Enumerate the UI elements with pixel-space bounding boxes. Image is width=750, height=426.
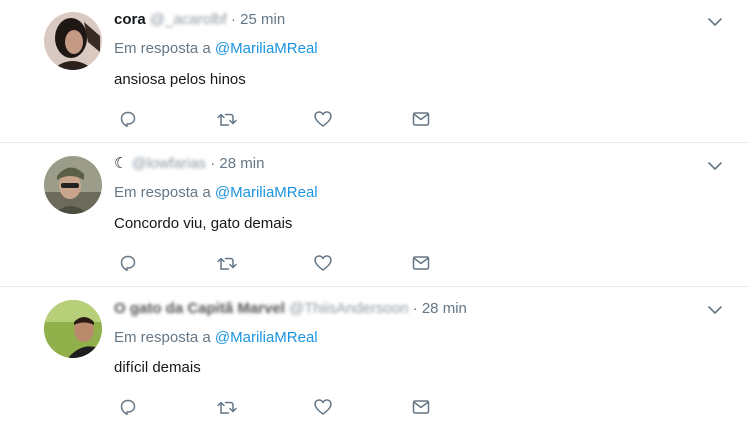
retweet-icon[interactable] <box>215 107 239 131</box>
avatar[interactable] <box>44 12 102 70</box>
reply-prefix: Em resposta a <box>114 329 211 346</box>
reply-icon[interactable] <box>116 107 140 131</box>
tweet-actions <box>114 251 474 275</box>
username-handle[interactable]: @_acarolbf <box>150 10 227 30</box>
tweet-item[interactable]: cora @_acarolbf · 25 min Em resposta a @… <box>0 0 750 142</box>
tweet-actions <box>114 395 474 419</box>
tweet-text: difícil demais <box>114 359 201 376</box>
like-icon[interactable] <box>311 251 335 275</box>
reply-context: Em resposta a @MariliaMReal <box>114 328 318 348</box>
retweet-icon[interactable] <box>215 251 239 275</box>
separator-dot: · <box>412 300 418 317</box>
reply-context: Em resposta a @MariliaMReal <box>114 183 318 203</box>
separator-dot: · <box>230 11 236 28</box>
timestamp[interactable]: 28 min <box>422 300 467 317</box>
tweet-header: O gato da Capitã Marvel @ThiisAndersoon … <box>114 299 467 319</box>
direct-message-icon[interactable] <box>409 251 433 275</box>
direct-message-icon[interactable] <box>409 395 433 419</box>
username-handle[interactable]: @lowfarias <box>132 154 206 174</box>
timestamp[interactable]: 25 min <box>240 11 285 28</box>
display-name[interactable]: cora <box>114 11 146 28</box>
display-name[interactable]: ☾ <box>114 155 127 172</box>
username-handle[interactable]: @ThiisAndersoon <box>289 299 408 319</box>
retweet-icon[interactable] <box>215 395 239 419</box>
chevron-down-icon[interactable] <box>703 154 727 178</box>
tweet-text: ansiosa pelos hinos <box>114 71 246 88</box>
avatar[interactable] <box>44 300 102 358</box>
reply-prefix: Em resposta a <box>114 184 211 201</box>
tweet-item[interactable]: ☾ @lowfarias · 28 min Em resposta a @Mar… <box>0 143 750 285</box>
display-name[interactable]: O gato da Capitã Marvel <box>114 299 285 319</box>
separator-dot: · <box>210 155 216 172</box>
like-icon[interactable] <box>311 395 335 419</box>
tweet-actions <box>114 107 474 131</box>
tweet-text: Concordo viu, gato demais <box>114 215 293 232</box>
avatar[interactable] <box>44 156 102 214</box>
mention-link[interactable]: @MariliaMReal <box>215 329 318 346</box>
mention-link[interactable]: @MariliaMReal <box>215 40 318 57</box>
like-icon[interactable] <box>311 107 335 131</box>
timestamp[interactable]: 28 min <box>219 155 264 172</box>
chevron-down-icon[interactable] <box>703 10 727 34</box>
tweet-header: cora @_acarolbf · 25 min <box>114 10 285 30</box>
reply-icon[interactable] <box>116 251 140 275</box>
chevron-down-icon[interactable] <box>703 298 727 322</box>
reply-icon[interactable] <box>116 395 140 419</box>
tweet-header: ☾ @lowfarias · 28 min <box>114 154 264 174</box>
mention-link[interactable]: @MariliaMReal <box>215 184 318 201</box>
reply-context: Em resposta a @MariliaMReal <box>114 39 318 59</box>
tweet-item[interactable]: O gato da Capitã Marvel @ThiisAndersoon … <box>0 287 750 426</box>
reply-prefix: Em resposta a <box>114 40 211 57</box>
direct-message-icon[interactable] <box>409 107 433 131</box>
